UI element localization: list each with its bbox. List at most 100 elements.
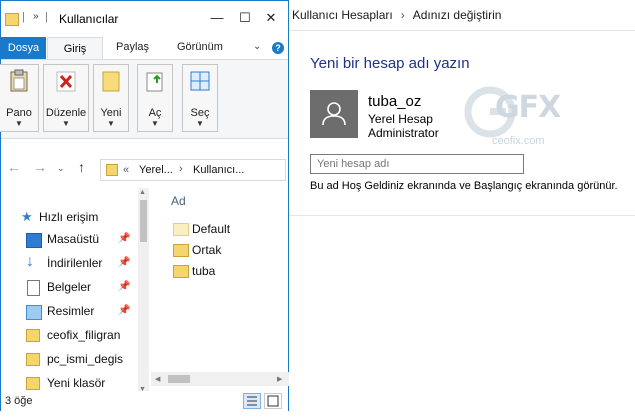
pin-icon[interactable]: 📌	[118, 257, 130, 268]
nav-item-desktop[interactable]: Masaüstü 📌	[1, 228, 137, 250]
title-bar[interactable]: | » | Kullanıcılar — ☐ ✕	[1, 1, 288, 37]
folder-icon[interactable]	[5, 13, 19, 26]
details-view-icon	[247, 396, 257, 406]
ribbon-group-clipboard[interactable]: Pano ▼	[0, 64, 39, 132]
file-item[interactable]: tuba	[171, 261, 281, 281]
help-icon[interactable]: ?	[272, 42, 284, 54]
ribbon: Pano ▼ Düzenle ▼ Yeni ▼ Aç ▼ Seç ▼	[0, 60, 288, 139]
scroll-left-arrow-icon[interactable]: ◀	[155, 375, 160, 383]
new-account-name-input[interactable]	[310, 154, 524, 174]
nav-pane-scrollbar[interactable]: ▲ ▼	[138, 188, 149, 394]
delete-icon	[56, 71, 76, 92]
toolbar-separator: |	[45, 11, 48, 23]
folder-icon	[173, 244, 189, 257]
details-view-button[interactable]	[243, 393, 261, 409]
pin-icon[interactable]: 📌	[118, 281, 130, 292]
back-arrow-icon[interactable]: ←	[7, 159, 21, 175]
new-folder-icon	[102, 71, 120, 92]
large-icons-view-button[interactable]	[264, 393, 282, 409]
ribbon-group-select[interactable]: Seç ▼	[182, 64, 218, 132]
nav-item-pictures[interactable]: Resimler 📌	[1, 300, 137, 322]
address-bar[interactable]: « Yerel... › Kullanıcı...	[100, 159, 286, 181]
file-item[interactable]: Default	[171, 219, 281, 239]
user-name: tuba_oz	[368, 93, 422, 110]
toolbar-separator: |	[22, 11, 25, 23]
quick-access-chevron-icon[interactable]: »	[33, 11, 39, 22]
tab-share[interactable]: Paylaş	[116, 41, 149, 53]
user-silhouette-icon	[322, 102, 346, 126]
clipboard-icon	[10, 69, 28, 92]
address-segment[interactable]: Yerel...	[139, 164, 173, 176]
ribbon-group-label: Yeni	[100, 107, 122, 119]
account-type: Yerel Hesap	[368, 112, 433, 126]
file-pane-scrollbar[interactable]: ◀ ▶	[151, 372, 289, 386]
scrollbar-thumb[interactable]	[140, 200, 147, 242]
large-icons-view-icon	[267, 395, 279, 407]
navigation-pane: ★ Hızlı erişim Masaüstü 📌 ↓ İndirilenler…	[1, 196, 137, 392]
nav-item-label: ceofix_filigran	[47, 328, 121, 342]
address-segment[interactable]: Kullanıcı...	[193, 164, 244, 176]
maximize-button[interactable]: ☐	[233, 8, 257, 28]
recent-locations-chevron-icon[interactable]: ⌄	[57, 163, 65, 174]
nav-item-label: Resimler	[47, 304, 95, 318]
user-avatar	[310, 90, 358, 138]
watermark-url: ceofix.com	[492, 135, 545, 147]
nav-item-folder[interactable]: pc_ismi_degis	[1, 348, 137, 370]
nav-item-label: Hızlı erişim	[39, 210, 99, 224]
folder-icon	[173, 265, 189, 278]
nav-item-label: İndirilenler	[47, 256, 103, 270]
nav-item-quick-access[interactable]: ★ Hızlı erişim	[1, 206, 137, 228]
nav-item-label: Yeni klasör	[47, 376, 106, 390]
item-count: 3 öğe	[5, 395, 33, 407]
close-button[interactable]: ✕	[259, 8, 283, 28]
column-header-name[interactable]: Ad	[171, 194, 186, 208]
breadcrumb-user-accounts[interactable]: Kullanıcı Hesapları	[292, 8, 393, 22]
tab-file[interactable]: Dosya	[1, 37, 46, 59]
desktop-icon	[26, 233, 42, 248]
ribbon-group-label: Düzenle	[45, 107, 87, 119]
pin-icon[interactable]: 📌	[118, 305, 130, 316]
up-arrow-icon[interactable]: ↑	[78, 159, 85, 175]
folder-faded-icon	[173, 223, 189, 236]
tab-view[interactable]: Görünüm	[177, 41, 223, 53]
folder-icon	[26, 329, 40, 342]
dropdown-arrow-icon: ▼	[62, 119, 70, 128]
navigation-bar: ← → ⌄ ↑ « Yerel... › Kullanıcı...	[1, 148, 288, 188]
ribbon-group-new[interactable]: Yeni ▼	[93, 64, 129, 132]
pictures-icon	[26, 305, 42, 320]
nav-item-label: pc_ismi_degis	[47, 352, 124, 366]
nav-item-label: Masaüstü	[47, 232, 100, 246]
file-name: Ortak	[192, 243, 222, 257]
dropdown-arrow-icon: ▼	[107, 119, 115, 128]
breadcrumb-change-name[interactable]: Adınızı değiştirin	[413, 8, 502, 22]
divider	[288, 215, 635, 216]
nav-item-folder[interactable]: ceofix_filigran	[1, 324, 137, 346]
scrollbar-thumb[interactable]	[168, 375, 190, 383]
status-bar: 3 öğe	[1, 391, 288, 411]
scroll-right-arrow-icon[interactable]: ▶	[277, 375, 282, 383]
file-name: Default	[192, 222, 231, 236]
pin-icon[interactable]: 📌	[118, 233, 130, 244]
ribbon-group-organize[interactable]: Düzenle ▼	[43, 64, 89, 132]
breadcrumb: Kullanıcı Hesapları › Adınızı değiştirin	[292, 8, 501, 22]
nav-item-documents[interactable]: Belgeler 📌	[1, 276, 137, 298]
nav-item-downloads[interactable]: ↓ İndirilenler 📌	[1, 252, 137, 274]
help-text: Bu ad Hoş Geldiniz ekranında ve Başlangı…	[310, 180, 618, 192]
folder-icon	[106, 164, 118, 176]
file-item[interactable]: Ortak	[171, 240, 281, 260]
address-overflow-icon[interactable]: «	[123, 164, 129, 176]
file-list-pane: Ad Default Ortak tuba	[151, 188, 289, 394]
scroll-up-arrow-icon[interactable]: ▲	[139, 189, 146, 196]
tab-home[interactable]: Giriş	[47, 37, 103, 59]
forward-arrow-icon[interactable]: →	[33, 159, 47, 175]
star-icon: ★	[21, 209, 33, 224]
dropdown-arrow-icon: ▼	[196, 119, 204, 128]
documents-icon	[27, 280, 40, 296]
select-icon	[190, 71, 210, 91]
nav-item-label: Belgeler	[47, 280, 92, 294]
control-panel-header: Kullanıcı Hesapları › Adınızı değiştirin	[288, 0, 635, 31]
ribbon-group-open[interactable]: Aç ▼	[137, 64, 173, 132]
minimize-button[interactable]: —	[205, 8, 229, 28]
ribbon-collapse-chevron-icon[interactable]: ⌄	[253, 41, 261, 52]
folder-icon	[26, 377, 40, 390]
